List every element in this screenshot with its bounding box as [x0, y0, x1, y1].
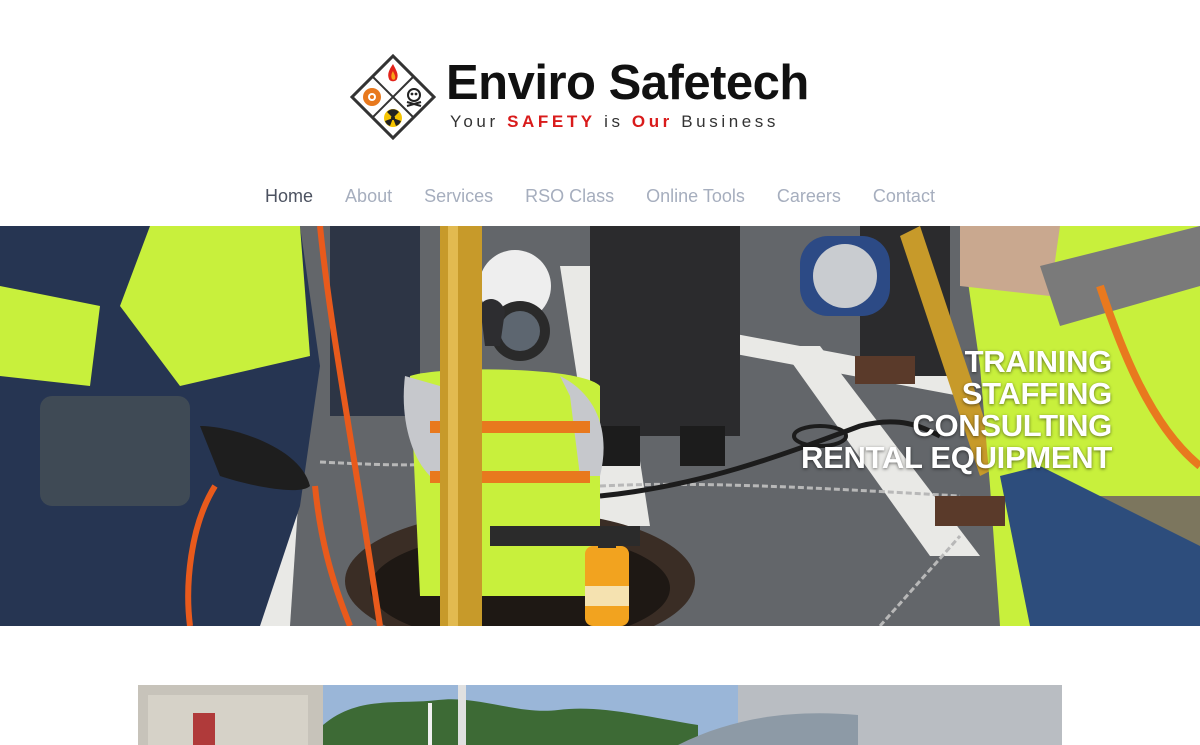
nav-home[interactable]: Home — [249, 184, 329, 208]
hero-line-staffing: STAFFING — [961, 376, 1113, 411]
nav-about[interactable]: About — [329, 184, 408, 208]
brand-name: Enviro Safetech — [446, 56, 809, 110]
site-header: Enviro Safetech Your SAFETY is Our Busin… — [0, 0, 1200, 226]
site-logo[interactable]: Enviro Safetech Your SAFETY is Our Busin… — [350, 54, 854, 140]
nav-careers[interactable]: Careers — [761, 184, 857, 208]
nav-contact[interactable]: Contact — [857, 184, 951, 208]
main-nav: Home About Services RSO Class Online Too… — [0, 184, 1200, 208]
hero-line-rental: RENTAL EQUIPMENT — [801, 440, 1112, 475]
hero-text: TRAINING STAFFING CONSULTING RENTAL EQUI… — [801, 346, 1112, 474]
hero-line-consulting: CONSULTING — [912, 408, 1112, 443]
content-photo — [138, 685, 1062, 745]
hero-line-training: TRAINING — [964, 344, 1113, 379]
hero-banner: TRAINING STAFFING CONSULTING RENTAL EQUI… — [0, 226, 1200, 626]
nav-services[interactable]: Services — [408, 184, 509, 208]
hazard-diamond-icon — [350, 54, 436, 140]
nav-online-tools[interactable]: Online Tools — [630, 184, 761, 208]
nav-rso-class[interactable]: RSO Class — [509, 184, 630, 208]
content-image — [138, 685, 1062, 745]
brand-tagline: Your SAFETY is Our Business — [450, 112, 780, 131]
